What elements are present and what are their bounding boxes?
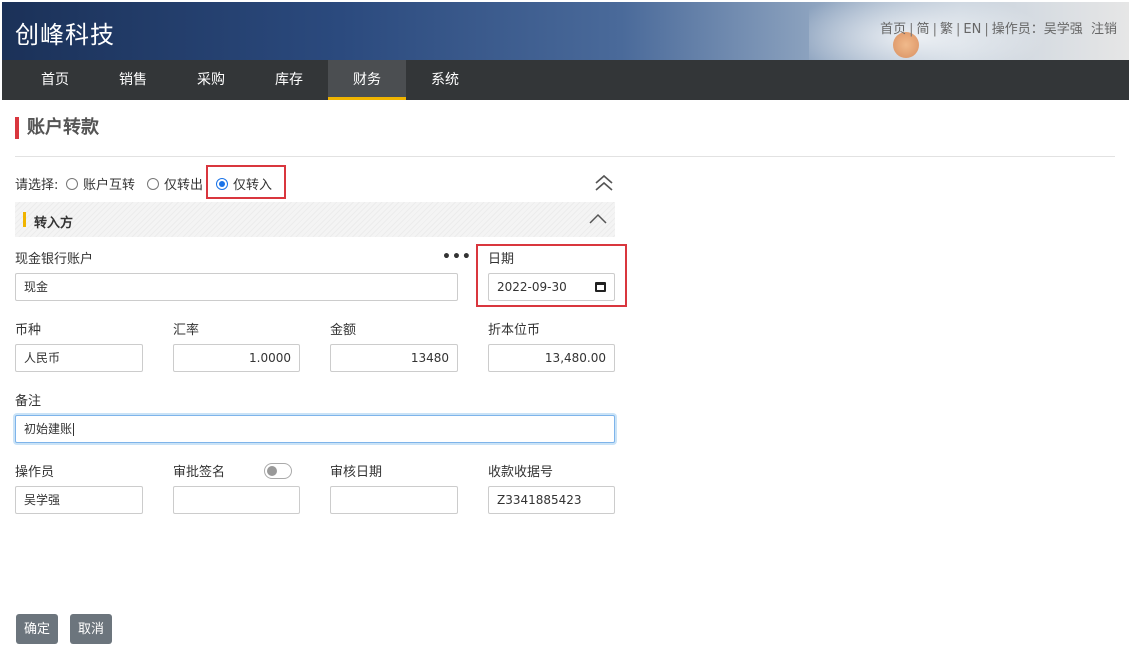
rate-label: 汇率 bbox=[173, 323, 200, 338]
toggle-knob bbox=[267, 466, 277, 476]
account-label: 现金银行账户 bbox=[15, 252, 94, 267]
radio-circle[interactable] bbox=[66, 177, 78, 190]
operator-label: 操作员：吴学强 bbox=[991, 22, 1083, 37]
base-amount-input[interactable]: 13,480.00 bbox=[488, 344, 615, 372]
chevron-up-icon[interactable] bbox=[589, 212, 607, 226]
section-title: 转入方 bbox=[34, 216, 74, 231]
remark-label: 备注 bbox=[15, 394, 42, 409]
remark-input[interactable]: 初始建账 bbox=[15, 415, 615, 443]
section-header-payee: 转入方 bbox=[15, 202, 615, 237]
main-nav: 首页 销售 采购 库存 财务 系统 bbox=[2, 60, 1129, 100]
radio-label: 仅转出 bbox=[164, 178, 204, 193]
rate-input[interactable]: 1.0000 bbox=[173, 344, 300, 372]
page-title: 账户转款 bbox=[15, 117, 99, 139]
highlight-box-date bbox=[476, 244, 627, 307]
more-icon[interactable]: ••• bbox=[442, 249, 472, 265]
brand-logo: 创峰科技 bbox=[15, 21, 115, 49]
nav-item-inventory[interactable]: 库存 bbox=[250, 60, 328, 100]
approval-sign-input[interactable] bbox=[173, 486, 300, 514]
amount-input[interactable]: 13480 bbox=[330, 344, 458, 372]
nav-item-home[interactable]: 首页 bbox=[16, 60, 94, 100]
review-date-label: 审核日期 bbox=[330, 465, 383, 480]
text-cursor bbox=[73, 423, 75, 436]
app-header: 创峰科技 首页 | 简 | 繁 | EN | 操作员：吴学强 注销 bbox=[2, 2, 1129, 60]
double-chevron-up-icon[interactable] bbox=[594, 174, 614, 192]
review-date-input[interactable] bbox=[330, 486, 458, 514]
receipt-no-label: 收款收据号 bbox=[488, 465, 554, 480]
english-link[interactable]: EN bbox=[963, 22, 981, 37]
operator-label-field: 操作员 bbox=[15, 465, 55, 480]
nav-item-purchase[interactable]: 采购 bbox=[172, 60, 250, 100]
radio-mutual-transfer[interactable]: 账户互转 bbox=[66, 174, 135, 193]
choose-label: 请选择: bbox=[15, 178, 59, 193]
remark-value: 初始建账 bbox=[24, 422, 73, 436]
logout-link[interactable]: 注销 bbox=[1091, 22, 1117, 37]
operator-input[interactable]: 吴学强 bbox=[15, 486, 143, 514]
nav-item-sales[interactable]: 销售 bbox=[94, 60, 172, 100]
approval-sign-label: 审批签名 bbox=[173, 465, 226, 480]
account-input[interactable]: 现金 bbox=[15, 273, 458, 301]
confirm-button[interactable]: 确定 bbox=[16, 614, 59, 644]
radio-transfer-out-only[interactable]: 仅转出 bbox=[147, 174, 203, 193]
base-amount-label: 折本位币 bbox=[488, 323, 541, 338]
cancel-button[interactable]: 取消 bbox=[70, 614, 113, 644]
section-marker bbox=[23, 212, 26, 227]
divider bbox=[15, 156, 1115, 157]
nav-item-finance[interactable]: 财务 bbox=[328, 60, 406, 100]
radio-circle[interactable] bbox=[147, 177, 159, 190]
receipt-no-input[interactable]: Z3341885423 bbox=[488, 486, 615, 514]
radio-label: 账户互转 bbox=[83, 178, 136, 193]
traditional-link[interactable]: 繁 bbox=[940, 22, 953, 37]
currency-input[interactable]: 人民币 bbox=[15, 344, 143, 372]
amount-label: 金额 bbox=[330, 323, 357, 338]
top-links: 首页 | 简 | 繁 | EN | 操作员：吴学强 注销 bbox=[880, 22, 1117, 37]
simplified-link[interactable]: 简 bbox=[917, 22, 930, 37]
nav-item-system[interactable]: 系统 bbox=[406, 60, 484, 100]
home-link[interactable]: 首页 bbox=[880, 22, 906, 37]
approval-sign-toggle[interactable] bbox=[264, 463, 292, 479]
highlight-box-radio bbox=[206, 165, 286, 199]
currency-label: 币种 bbox=[15, 323, 42, 338]
